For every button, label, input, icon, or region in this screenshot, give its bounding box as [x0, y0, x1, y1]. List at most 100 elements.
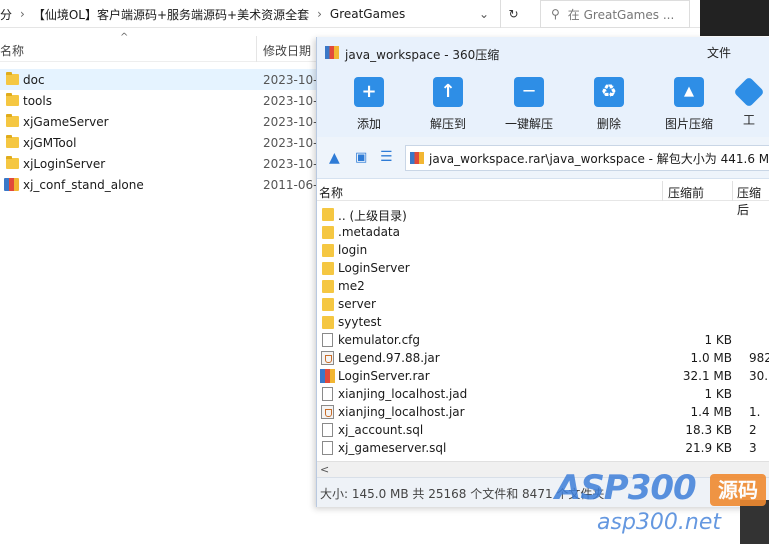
archive-path: java_workspace.rar\java_workspace - 解包大小… [429, 151, 769, 166]
image-compress-button[interactable]: 图片压缩 [657, 77, 721, 132]
list-item[interactable]: doc 2023-10- [0, 69, 320, 90]
extract-button[interactable]: 解压到 [416, 77, 480, 132]
folder-icon [6, 135, 19, 148]
archive-row[interactable]: me2 [317, 277, 769, 295]
archive-row[interactable]: xianjing_localhost.jar 1.4 MB 1. [317, 403, 769, 421]
chevron-right-icon: › [20, 7, 25, 21]
add-button[interactable]: 添加 [337, 77, 401, 132]
file-date: 2011-06- [263, 177, 318, 192]
list-view-icon[interactable]: ▣ [355, 150, 367, 165]
archive-icon [320, 369, 335, 383]
list-item[interactable]: tools 2023-10- [0, 90, 320, 111]
entry-name: xj_account.sql [338, 423, 424, 437]
file-date: 2023-10- [263, 93, 318, 108]
archive-icon [410, 152, 424, 164]
breadcrumb-item[interactable]: GreatGames [330, 7, 405, 21]
archive-row[interactable]: Legend.97.88.jar 1.0 MB 982 [317, 349, 769, 367]
folder-icon [322, 316, 334, 329]
column-header-date[interactable]: 修改日期 [263, 42, 311, 59]
breadcrumb-item[interactable]: 【仙境OL】客户端源码+服务端源码+美术资源全套 [33, 6, 309, 23]
menu-file[interactable]: 文件 [707, 44, 731, 61]
archive-row[interactable]: syytest [317, 313, 769, 331]
title-bar[interactable]: java_workspace - 360压缩 文件 [317, 37, 769, 69]
archive-row[interactable]: xianjing_localhost.jad 1 KB [317, 385, 769, 403]
search-icon: ⚲ [551, 7, 560, 21]
file-name: doc [23, 72, 45, 87]
list-item[interactable]: xjGameServer 2023-10- [0, 111, 320, 132]
archive-row[interactable]: LoginServer [317, 259, 769, 277]
entry-name: server [338, 297, 376, 311]
column-divider[interactable] [256, 36, 257, 62]
file-icon [322, 333, 333, 347]
extract-icon [433, 77, 463, 107]
search-placeholder: 在 GreatGames ... [567, 7, 675, 22]
file-name: tools [23, 93, 52, 108]
entry-name: LoginServer [338, 261, 410, 275]
archive-path-field[interactable]: java_workspace.rar\java_workspace - 解包大小… [405, 145, 769, 171]
folder-icon [322, 280, 334, 293]
entry-size: 1 KB [704, 333, 732, 347]
file-date: 2023-10- [263, 135, 318, 150]
refresh-icon[interactable]: ↻ [500, 0, 526, 28]
column-header-name[interactable]: 名称 [319, 184, 343, 201]
archive-row[interactable]: xj_account.sql 18.3 KB 2 [317, 421, 769, 439]
window-title: java_workspace - 360压缩 [345, 48, 500, 62]
entry-name: me2 [338, 279, 365, 293]
folder-icon [322, 262, 334, 275]
entry-name: kemulator.cfg [338, 333, 421, 347]
archive-icon [4, 178, 19, 191]
column-header-name[interactable]: 名称 [0, 42, 24, 59]
folder-icon [6, 93, 19, 106]
search-input[interactable]: ⚲ 在 GreatGames ... [540, 0, 690, 28]
archive-window: java_workspace - 360压缩 文件 添加 解压到 一键解压 删除… [316, 37, 769, 507]
breadcrumb-item[interactable]: 分 [0, 6, 12, 23]
list-item[interactable]: xjGMTool 2023-10- [0, 132, 320, 153]
detail-view-icon[interactable]: ☰ [380, 149, 393, 165]
entry-name: .. (上级目录) [338, 209, 407, 223]
delete-button[interactable]: 删除 [577, 77, 641, 132]
list-item[interactable]: xjLoginServer 2023-10- [0, 153, 320, 174]
jar-icon [321, 405, 334, 419]
column-divider[interactable] [662, 181, 663, 201]
chevron-down-icon[interactable]: ⌄ [470, 0, 498, 28]
tools-icon [733, 77, 765, 108]
folder-icon [6, 72, 19, 85]
archive-row[interactable]: .metadata [317, 223, 769, 241]
image-compress-label: 图片压缩 [664, 117, 713, 131]
archive-row[interactable]: server [317, 295, 769, 313]
folder-icon [322, 226, 334, 239]
archive-row[interactable]: xj_gameserver.sql 21.9 KB 3 [317, 439, 769, 457]
delete-icon [594, 77, 624, 107]
entry-compressed: 982 [749, 351, 769, 365]
column-header-size[interactable]: 压缩前 [668, 184, 704, 201]
file-icon [322, 387, 333, 401]
one-click-extract-icon [514, 77, 544, 107]
file-name: xjGMTool [23, 135, 77, 150]
chevron-right-icon: › [317, 7, 322, 21]
watermark-url: asp300.net [597, 510, 721, 535]
extract-label: 解压到 [429, 117, 466, 131]
breadcrumb[interactable]: 分 › 【仙境OL】客户端源码+服务端源码+美术资源全套 › GreatGame… [0, 0, 492, 28]
folder-icon [6, 114, 19, 127]
entry-size: 1.4 MB [690, 405, 732, 419]
archive-row[interactable]: .. (上级目录) [317, 205, 769, 223]
tools-button[interactable]: 工 [729, 77, 769, 128]
up-arrow-icon[interactable]: ▲ [329, 150, 340, 166]
one-click-extract-button[interactable]: 一键解压 [497, 77, 561, 132]
watermark-brand: ASP300 [555, 468, 697, 508]
list-item[interactable]: xj_conf_stand_alone 2011-06- [0, 174, 320, 195]
column-divider[interactable] [732, 181, 733, 201]
chevron-left-icon[interactable]: < [320, 463, 329, 476]
file-date: 2023-10- [263, 156, 318, 171]
entry-name: login [338, 243, 368, 257]
add-label: 添加 [356, 117, 381, 131]
archive-row[interactable]: login [317, 241, 769, 259]
entry-name: LoginServer.rar [338, 369, 430, 383]
entry-compressed: 30. [749, 369, 769, 383]
add-icon [354, 77, 384, 107]
watermark: ASP300 源码 asp300.net [555, 468, 769, 544]
archive-row[interactable]: LoginServer.rar 32.1 MB 30. [317, 367, 769, 385]
tools-label: 工 [742, 113, 755, 127]
file-name: xjLoginServer [23, 156, 106, 171]
archive-row[interactable]: kemulator.cfg 1 KB [317, 331, 769, 349]
